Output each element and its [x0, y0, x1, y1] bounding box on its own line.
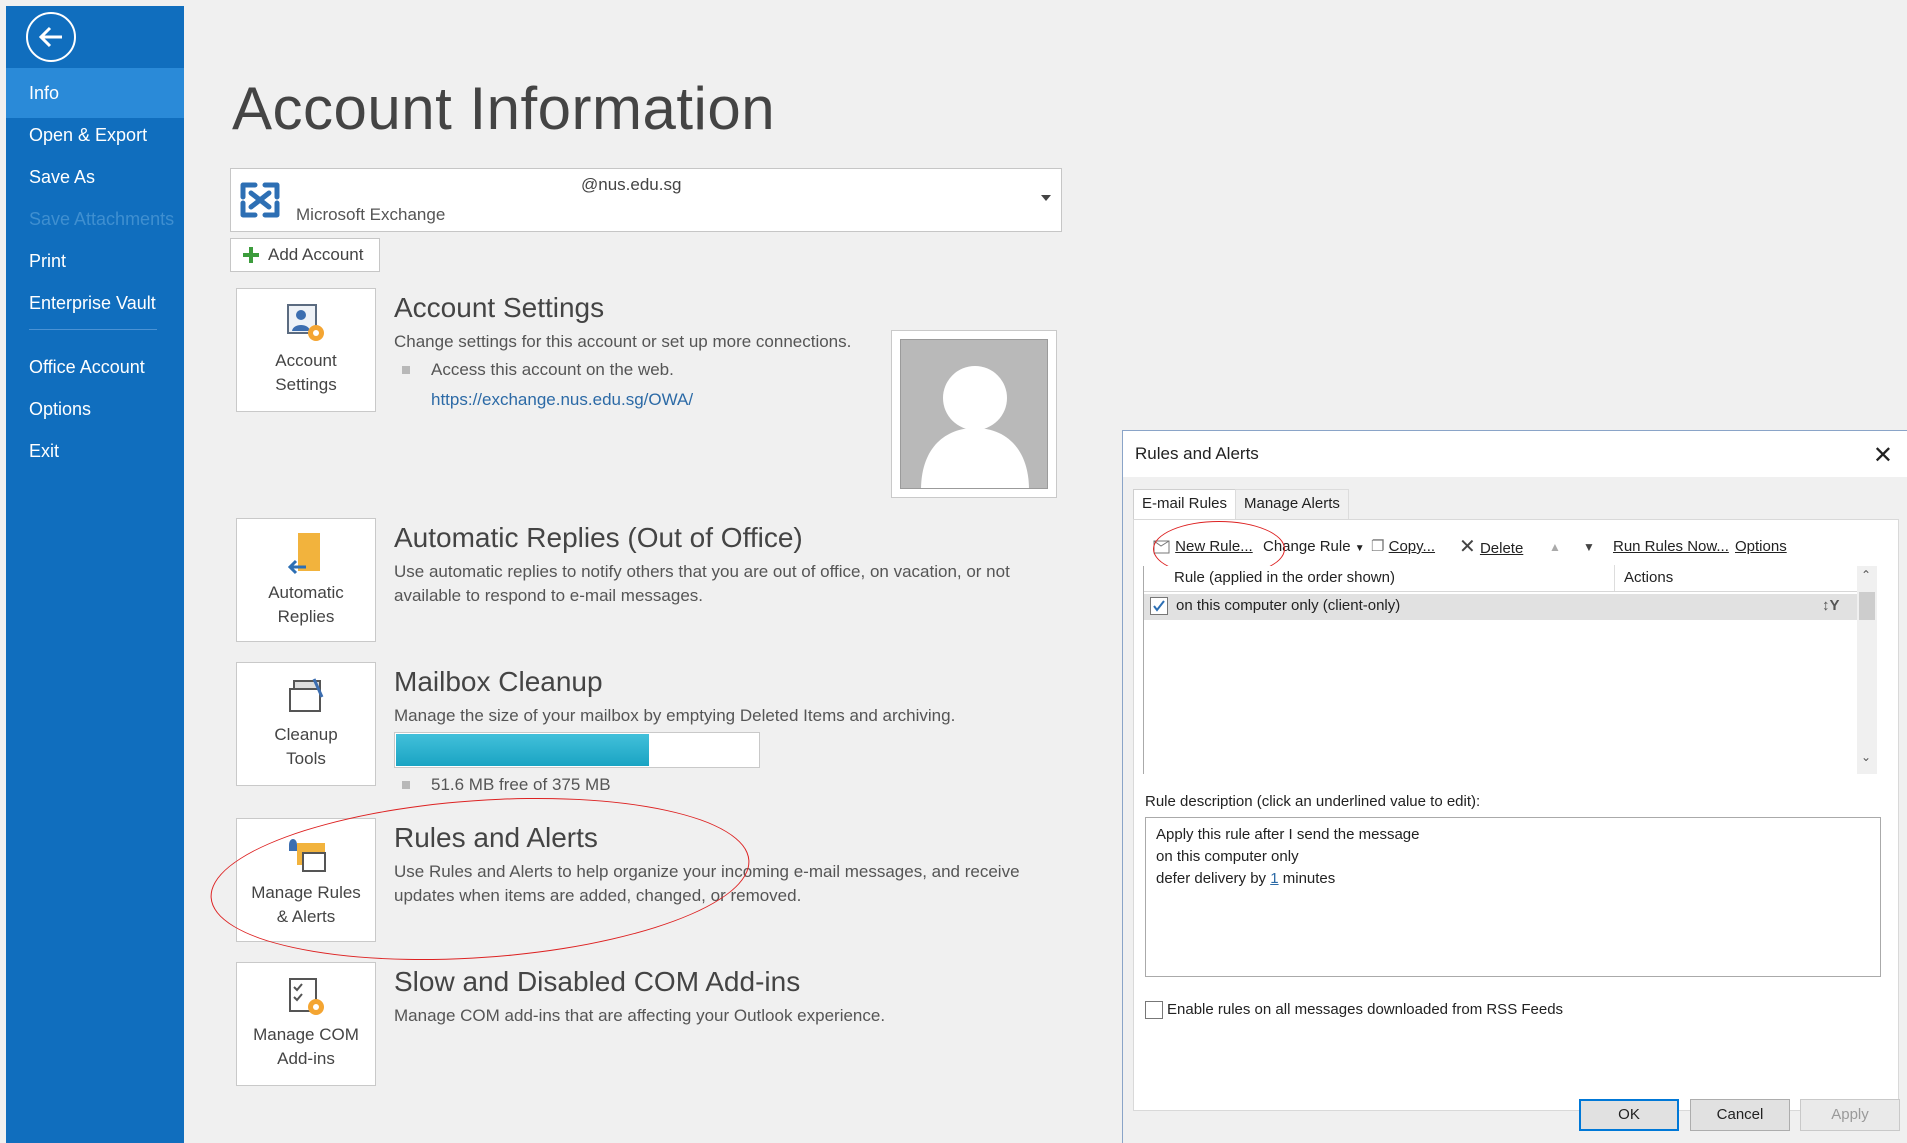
page-title: Account Information — [232, 75, 776, 142]
nav-divider — [29, 329, 157, 330]
defer-minutes-value[interactable]: 1 — [1270, 870, 1278, 887]
account-settings-tile-label: Account Settings — [275, 351, 337, 394]
automatic-replies-tile-label: Automatic Replies — [268, 583, 344, 626]
close-icon[interactable]: ✕ — [1873, 441, 1893, 470]
rss-rules-checkbox[interactable] — [1145, 1001, 1163, 1019]
description-line: Apply this rule after I send the message — [1156, 826, 1420, 843]
rule-action-icon: ↕Y — [1822, 597, 1840, 614]
automatic-replies-desc: Use automatic replies to notify others t… — [394, 562, 1010, 605]
automatic-replies-tile[interactable]: Automatic Replies — [236, 518, 376, 642]
move-down-icon[interactable]: ▼ — [1583, 535, 1595, 559]
back-arrow-icon — [38, 26, 62, 48]
delete-icon: ✕ — [1459, 536, 1476, 558]
rule-checkbox[interactable] — [1150, 597, 1168, 615]
owa-link[interactable]: https://exchange.nus.edu.sg/OWA/ — [431, 390, 693, 410]
rule-name: on this computer only (client-only) — [1176, 597, 1401, 614]
copy-label: Copy... — [1388, 538, 1436, 555]
backstage-sidebar: Info Open & Export Save As Save Attachme… — [6, 6, 184, 1143]
automatic-replies-title: Automatic Replies (Out of Office) — [394, 522, 803, 553]
run-rules-now-label: Run Rules Now... — [1613, 538, 1729, 555]
rule-description-box[interactable]: Apply this rule after I send the message… — [1145, 817, 1881, 977]
column-divider — [1614, 565, 1615, 591]
rules-list[interactable]: Rule (applied in the order shown) Action… — [1143, 565, 1877, 774]
scroll-down-icon[interactable]: ⌄ — [1861, 750, 1871, 764]
manage-com-addins-tile-label: Manage COM Add-ins — [253, 1025, 359, 1068]
account-settings-tile[interactable]: Account Settings — [236, 288, 376, 412]
bullet-marker — [402, 781, 410, 789]
automatic-replies-icon — [287, 533, 320, 575]
profile-photo[interactable] — [891, 330, 1057, 498]
run-rules-now-button[interactable]: Run Rules Now... — [1613, 535, 1729, 559]
account-settings-icon — [287, 304, 324, 341]
com-addins-desc: Manage COM add-ins that are affecting yo… — [394, 1006, 886, 1025]
mailbox-storage-text: 51.6 MB free of 375 MB — [431, 775, 611, 794]
bullet-marker — [402, 366, 410, 374]
rule-description-label: Rule description (click an underlined va… — [1145, 793, 1481, 810]
manage-com-addins-tile[interactable]: Manage COM Add-ins — [236, 962, 376, 1086]
dialog-titlebar: Rules and Alerts ✕ — [1123, 431, 1907, 477]
scrollbar-thumb[interactable] — [1859, 592, 1875, 620]
copy-icon: ❐ — [1371, 538, 1385, 555]
dropdown-arrow-icon: ▼ — [1354, 543, 1365, 554]
back-button[interactable] — [26, 12, 76, 62]
description-line-defer: defer delivery by 1 minutes — [1156, 868, 1870, 890]
move-up-icon[interactable]: ▲ — [1549, 535, 1561, 559]
description-line: on this computer only — [1156, 848, 1299, 865]
defer-prefix: defer delivery by — [1156, 870, 1271, 887]
rules-list-scrollbar[interactable]: ⌃ ⌄ — [1857, 566, 1877, 774]
plus-icon — [243, 247, 259, 263]
avatar — [900, 339, 1048, 489]
mailbox-cleanup-title: Mailbox Cleanup — [394, 666, 603, 697]
rules-alerts-dialog: Rules and Alerts ✕ E-mail Rules Manage A… — [1122, 430, 1907, 1143]
add-account-label: Add Account — [268, 245, 364, 264]
table-row[interactable]: on this computer only (client-only) ↕Y — [1144, 594, 1858, 620]
defer-suffix: minutes — [1278, 870, 1336, 887]
tab-email-rules[interactable]: E-mail Rules — [1133, 489, 1237, 521]
rules-list-header: Rule (applied in the order shown) Action… — [1144, 565, 1858, 592]
com-addins-icon — [289, 978, 324, 1015]
nav-enterprise-vault[interactable]: Enterprise Vault — [6, 278, 184, 328]
cleanup-tools-tile-label: Cleanup Tools — [274, 725, 338, 768]
mailbox-storage-bar — [394, 732, 760, 768]
options-label: Options — [1735, 538, 1787, 555]
nav-exit[interactable]: Exit — [6, 426, 184, 476]
mailbox-cleanup-desc: Manage the size of your mailbox by empty… — [394, 706, 956, 725]
cleanup-tools-icon — [289, 678, 324, 712]
dialog-title: Rules and Alerts — [1135, 444, 1259, 463]
options-button[interactable]: Options — [1735, 535, 1787, 559]
account-selector[interactable]: @nus.edu.sg Microsoft Exchange — [230, 168, 1062, 232]
ok-button[interactable]: OK — [1579, 1099, 1679, 1131]
delete-button[interactable]: ✕ Delete — [1459, 535, 1523, 561]
com-addins-title: Slow and Disabled COM Add-ins — [394, 966, 801, 997]
apply-button[interactable]: Apply — [1800, 1099, 1900, 1131]
highlight-ellipse — [205, 781, 755, 977]
account-settings-title: Account Settings — [394, 292, 605, 323]
column-actions[interactable]: Actions — [1624, 566, 1673, 590]
exchange-icon — [240, 182, 280, 218]
person-silhouette-icon — [921, 366, 1029, 488]
cleanup-tools-tile[interactable]: Cleanup Tools — [236, 662, 376, 786]
tab-manage-alerts[interactable]: Manage Alerts — [1235, 489, 1349, 519]
scroll-up-icon[interactable]: ⌃ — [1861, 568, 1871, 582]
add-account-button[interactable]: Add Account — [230, 238, 380, 272]
chevron-down-icon — [1041, 195, 1051, 201]
cancel-button[interactable]: Cancel — [1690, 1099, 1790, 1131]
rss-rules-label: Enable rules on all messages downloaded … — [1167, 1001, 1564, 1018]
account-type: Microsoft Exchange — [296, 205, 446, 224]
copy-button[interactable]: ❐ Copy... — [1371, 535, 1435, 559]
delete-label: Delete — [1479, 540, 1524, 557]
column-rule[interactable]: Rule (applied in the order shown) — [1174, 566, 1395, 590]
checkmark-icon — [1153, 600, 1165, 612]
owa-access-text: Access this account on the web. — [431, 360, 674, 379]
account-email: @nus.edu.sg — [581, 175, 682, 194]
mailbox-storage-fill — [396, 734, 650, 766]
